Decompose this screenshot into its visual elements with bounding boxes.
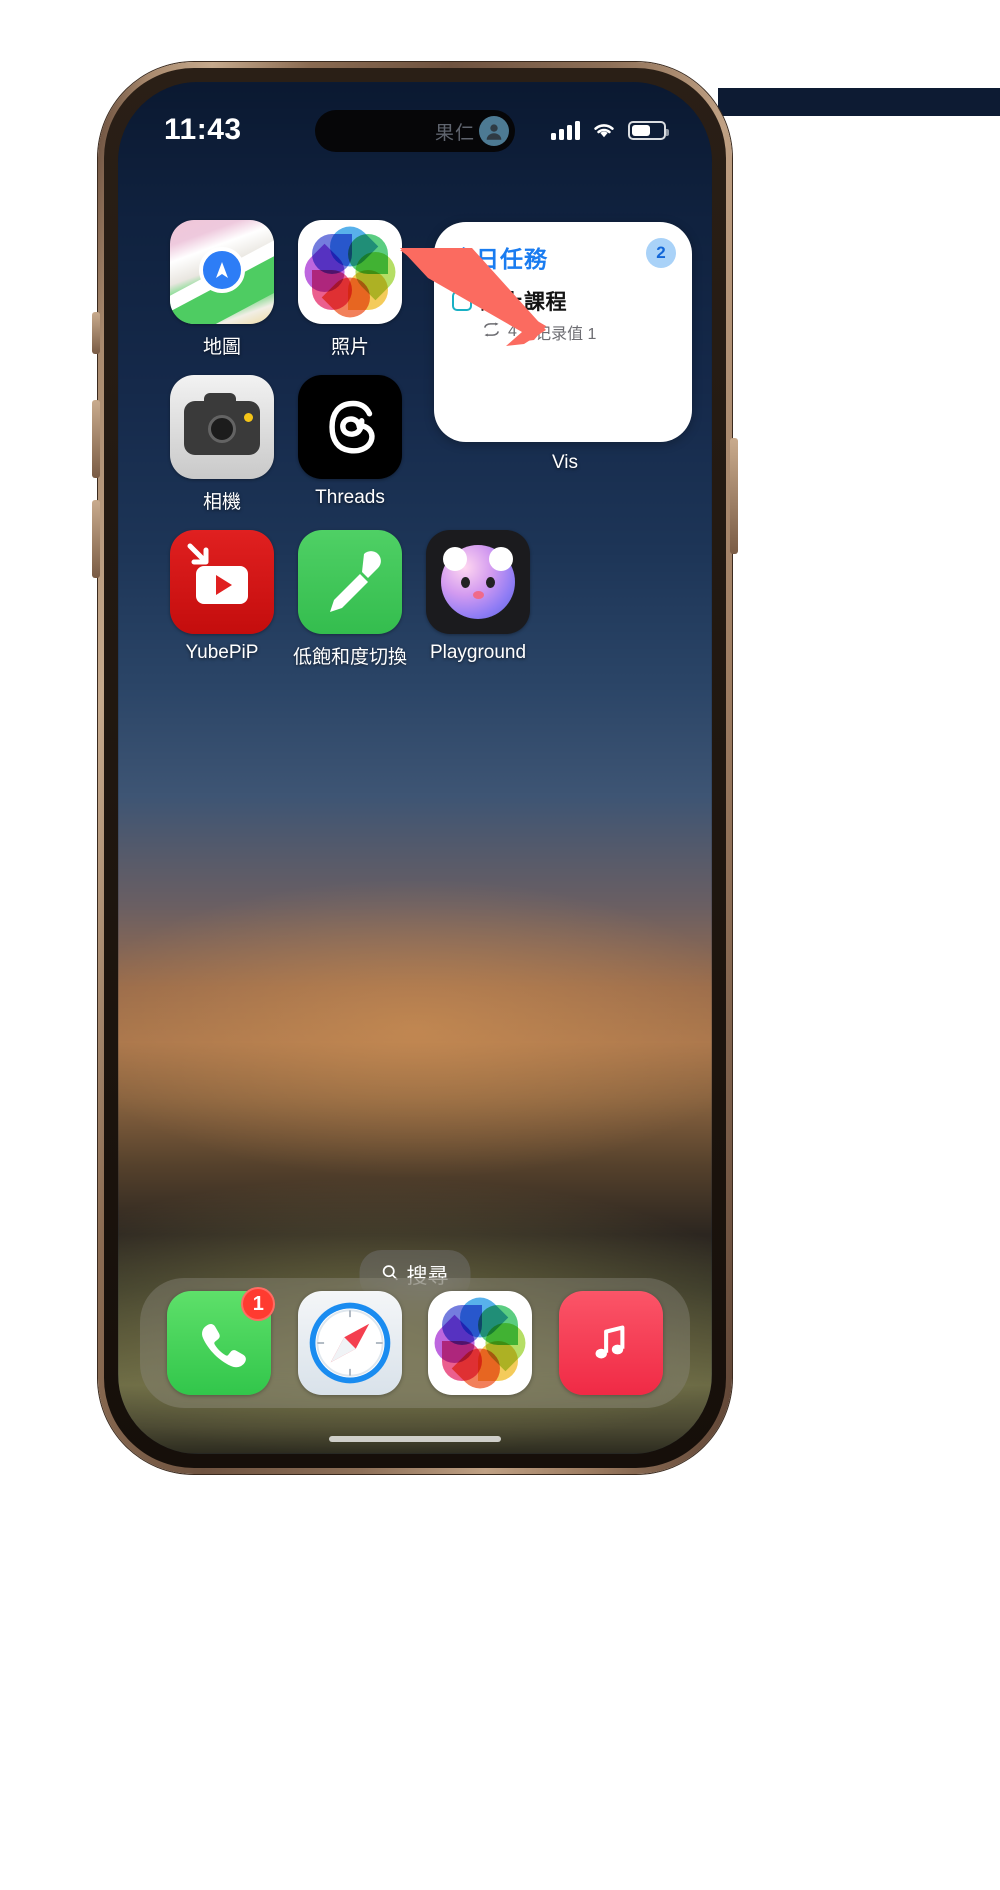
app-label-threads: Threads — [315, 487, 385, 508]
home-indicator[interactable] — [329, 1436, 501, 1442]
app-label-maps: 地圖 — [202, 337, 241, 358]
photos-icon[interactable] — [428, 1291, 533, 1395]
dock-cell-safari[interactable] — [297, 1291, 402, 1395]
safari-icon[interactable] — [297, 1291, 402, 1395]
status-clock: 11:43 — [164, 113, 242, 146]
phone-screen: 11:43 果仁 地圖 照片 相機 Threads YubePiP 低飽和度切換… — [118, 82, 712, 1454]
dock-cell-photos[interactable] — [428, 1291, 533, 1395]
volume-up-button[interactable] — [92, 400, 100, 478]
silent-switch[interactable] — [92, 312, 100, 354]
app-label-camera: 相機 — [202, 492, 241, 513]
eyedropper-icon[interactable] — [298, 530, 402, 634]
threads-icon[interactable] — [298, 375, 402, 479]
app-cell-threads[interactable]: Threads — [286, 375, 414, 514]
battery-icon — [628, 120, 669, 140]
power-button[interactable] — [730, 438, 738, 554]
maps-icon[interactable] — [170, 220, 274, 324]
playground-icon[interactable] — [426, 530, 530, 634]
dock-cell-phone[interactable]: 1 — [167, 1287, 276, 1395]
photos-icon[interactable] — [298, 220, 402, 324]
yubepip-icon[interactable] — [170, 530, 274, 634]
app-label-saturation: 低飽和度切換 — [292, 647, 407, 668]
person-avatar-icon — [479, 116, 509, 146]
signal-bars-icon — [551, 120, 580, 140]
app-label-playground: Playground — [429, 642, 527, 663]
battery-level-fill — [632, 124, 650, 136]
app-cell-playground[interactable]: Playground — [414, 530, 542, 669]
wallpaper-glow — [118, 877, 712, 1180]
screenshot-root: 11:43 果仁 地圖 照片 相機 Threads YubePiP 低飽和度切換… — [0, 0, 1000, 1890]
background-strip — [718, 88, 1000, 116]
annotation-arrow — [396, 242, 586, 352]
widget-count-badge: 2 — [646, 238, 676, 268]
widget-label: Vis — [551, 452, 579, 473]
phone-notification-badge: 1 — [241, 1287, 276, 1321]
camera-icon[interactable] — [170, 375, 274, 479]
app-cell-saturation[interactable]: 低飽和度切換 — [286, 530, 414, 669]
music-icon[interactable] — [558, 1291, 663, 1395]
wifi-icon — [591, 120, 617, 140]
app-label-yubepip: YubePiP — [185, 642, 259, 663]
app-cell-yubepip[interactable]: YubePiP — [158, 530, 286, 669]
dynamic-island[interactable]: 果仁 — [315, 110, 515, 152]
app-label-photos: 照片 — [330, 337, 369, 358]
dock-cell-music[interactable] — [558, 1291, 663, 1395]
volume-down-button[interactable] — [92, 500, 100, 578]
app-row-3: YubePiP 低飽和度切換 Playground — [158, 530, 672, 669]
dock: 1 — [140, 1278, 690, 1408]
app-cell-maps[interactable]: 地圖 — [158, 220, 286, 359]
app-cell-camera[interactable]: 相機 — [158, 375, 286, 514]
status-indicators — [551, 120, 669, 140]
app-cell-photos[interactable]: 照片 — [286, 220, 414, 359]
dynamic-island-label: 果仁 — [434, 122, 475, 144]
